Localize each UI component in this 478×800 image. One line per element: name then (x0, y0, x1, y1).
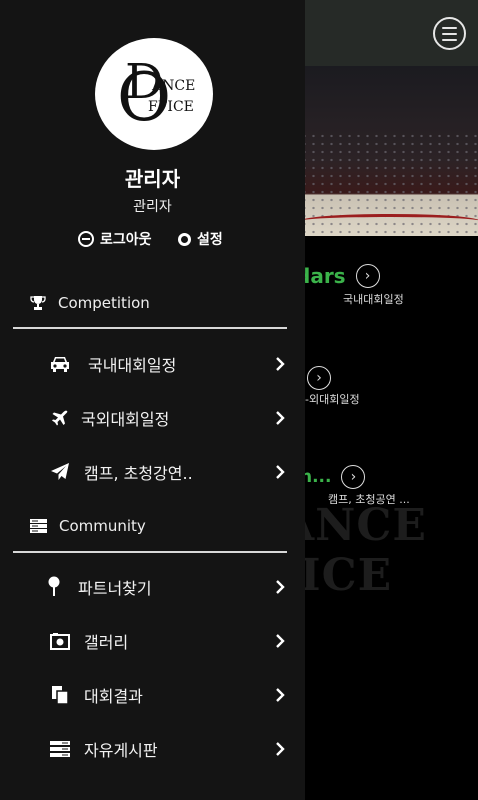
chevron-right-icon (274, 410, 288, 426)
menu-item-find-partner[interactable]: 파트너찾기 (0, 560, 305, 614)
car-icon (48, 352, 72, 376)
menu-item-gallery[interactable]: 갤러리 (0, 614, 305, 668)
airplane-icon (48, 406, 72, 430)
menu-item-label: 국내대회일정 (88, 356, 177, 375)
menu-item-overseas-schedule[interactable]: 국외대회일정 (0, 391, 305, 445)
group-competition: Competition (30, 294, 150, 312)
logout-label: 로그아웃 (100, 232, 152, 248)
menu-item-label: 갤러리 (84, 633, 129, 652)
menu-item-domestic-schedule[interactable]: 국내대회일정 (0, 337, 305, 391)
map-pin-icon (42, 575, 66, 599)
logout-button[interactable]: 로그아웃 (78, 229, 152, 249)
chevron-right-circle-icon[interactable]: › (355, 264, 380, 288)
dance-office-logo: O D ANCE FFICE (95, 38, 213, 150)
overseas-calendar-link[interactable]: › (307, 366, 331, 390)
menu-item-label: 파트너찾기 (78, 579, 152, 598)
trophy-icon (30, 296, 46, 310)
user-name: 관리자 (124, 167, 181, 191)
menu-item-label: 국외대회일정 (81, 410, 170, 429)
camp-link[interactable]: n... › (300, 465, 366, 489)
chevron-right-icon (274, 741, 288, 757)
user-role: 관리자 (133, 199, 172, 215)
chevron-right-icon (274, 464, 288, 480)
documents-icon (48, 683, 72, 707)
camera-icon (48, 629, 72, 653)
logout-icon (78, 231, 94, 247)
chevron-right-icon (274, 687, 288, 703)
watermark-line: ICE (300, 550, 393, 601)
chevron-right-icon (274, 356, 288, 372)
menu-item-label: 캠프, 초청강연.. (84, 464, 193, 483)
menu-item-camp-lecture[interactable]: 캠프, 초청강연.. (0, 445, 305, 499)
settings-button[interactable]: 설정 (178, 229, 223, 249)
group-title: Community (59, 517, 146, 535)
menu-item-results[interactable]: 대회결과 (0, 668, 305, 722)
menu-item-label: 대회결과 (84, 687, 143, 706)
menu-item-free-board[interactable]: 자유게시판 (0, 722, 305, 776)
navigation-drawer: O D ANCE FFICE 관리자 관리자 로그아웃 설정 Competiti… (0, 0, 305, 800)
list-icon (48, 737, 72, 761)
section-caption: -외대회일정 (305, 393, 360, 406)
gear-icon (178, 232, 191, 246)
divider (13, 327, 287, 329)
menu-item-label: 자유게시판 (84, 741, 158, 760)
server-icon (30, 519, 47, 533)
section-caption: 국내대회일정 (343, 293, 404, 306)
group-community: Community (30, 517, 146, 535)
divider (13, 551, 287, 553)
svg-text:FFICE: FFICE (148, 99, 194, 115)
chevron-right-circle-icon[interactable]: › (307, 366, 331, 390)
group-title: Competition (58, 294, 150, 312)
chevron-right-icon (274, 633, 288, 649)
paper-plane-icon (48, 460, 72, 484)
svg-text:ANCE: ANCE (151, 78, 195, 94)
chevron-right-circle-icon[interactable]: › (341, 465, 366, 489)
hamburger-menu-icon[interactable] (433, 17, 466, 50)
domestic-calendar-link[interactable]: dars › (296, 264, 380, 288)
settings-label: 설정 (197, 232, 223, 248)
chevron-right-icon (274, 579, 288, 595)
